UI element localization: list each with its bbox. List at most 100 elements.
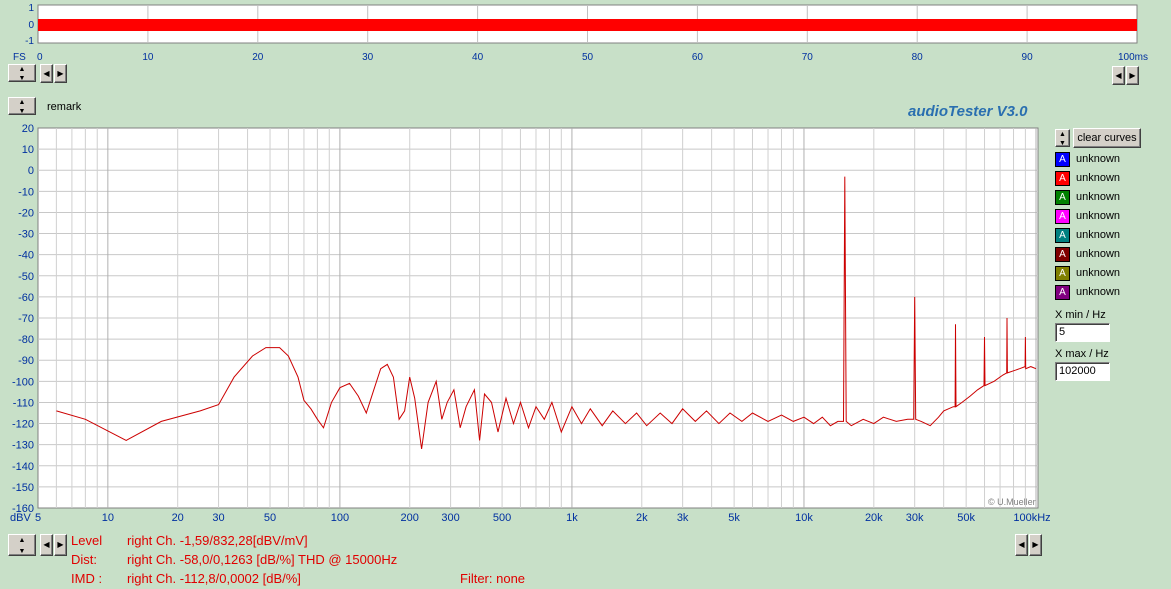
y-tick-label: -110 [13, 397, 34, 409]
scope-y-tick-label: -1 [25, 36, 34, 47]
x-tick-label: 5 [35, 512, 41, 524]
scope-zoom-spinner[interactable]: ▲ ▼ [8, 64, 36, 82]
legend-entry[interactable]: Aunknown [1055, 227, 1120, 243]
x-tick-label: 1k [566, 512, 578, 524]
x-tick-label: 300 [441, 512, 459, 524]
curve-color-icon[interactable]: A [1055, 170, 1070, 186]
x-max-input[interactable]: 102000 [1055, 362, 1110, 381]
x-tick-label: 30 [212, 512, 224, 524]
legend-entry[interactable]: Aunknown [1055, 151, 1120, 167]
freq-range-right-button[interactable]: ▶ [1029, 534, 1042, 556]
x-tick-label: 100kHz [1013, 512, 1050, 524]
freq-range-left-button[interactable]: ◀ [1015, 534, 1028, 556]
y-tick-label: -80 [18, 334, 34, 346]
y-tick-label: -100 [12, 376, 34, 388]
curve-color-icon[interactable]: A [1055, 208, 1070, 224]
remark-spinner[interactable]: ▲ ▼ [8, 97, 36, 115]
spin-up-icon[interactable]: ▲ [9, 535, 35, 546]
legend-label: unknown [1076, 286, 1121, 298]
y-tick-label: 20 [22, 123, 34, 135]
legend-entry[interactable]: Aunknown [1055, 265, 1120, 281]
legend-entry[interactable]: Aunknown [1055, 284, 1120, 300]
scope-time-right-button[interactable]: ▶ [1126, 66, 1139, 85]
y-tick-label: 10 [22, 144, 34, 156]
level-value: right Ch. -1,59/832,28[dBV/mV] [127, 533, 308, 548]
spin-down-icon[interactable]: ▼ [9, 74, 35, 83]
x-min-label: X min / Hz [1055, 309, 1106, 321]
y-tick-label: -30 [18, 229, 34, 241]
y-tick-label: -10 [18, 186, 34, 198]
spin-down-icon[interactable]: ▼ [1056, 139, 1069, 148]
copyright-text: © U.Mueller [988, 497, 1036, 507]
y-tick-label: -40 [18, 250, 34, 262]
x-tick-label: 5k [728, 512, 740, 524]
fs-label: FS [13, 52, 26, 63]
legend-entry[interactable]: Aunknown [1055, 246, 1120, 262]
scope-y-tick-label: 1 [28, 3, 34, 14]
x-tick-label: 50k [957, 512, 975, 524]
scope-x-tick-label: 20 [252, 52, 264, 62]
scope-time-left-button[interactable]: ◀ [1112, 66, 1125, 85]
x-tick-label: 20 [172, 512, 184, 524]
arrow-right-icon: ▶ [1129, 70, 1136, 80]
x-tick-label: 200 [401, 512, 419, 524]
legend-entry[interactable]: Aunknown [1055, 189, 1120, 205]
y-tick-label: -150 [12, 482, 34, 494]
x-tick-label: 100 [331, 512, 349, 524]
y-tick-label: -20 [18, 207, 34, 219]
scope-x-tick-label: 70 [802, 52, 814, 62]
y-tick-label: -130 [12, 440, 34, 452]
curves-spinner[interactable]: ▲ ▼ [1055, 129, 1070, 147]
scope-x-tick-label: 40 [472, 52, 484, 62]
arrow-right-icon: ▶ [1032, 540, 1039, 549]
curve-color-icon[interactable]: A [1055, 284, 1070, 300]
app-title: audioTester V3.0 [908, 103, 1028, 120]
x-tick-label: 10k [795, 512, 813, 524]
curve-color-icon[interactable]: A [1055, 227, 1070, 243]
freq-scroll-right-button[interactable]: ▶ [54, 534, 67, 556]
legend-entry[interactable]: Aunknown [1055, 208, 1120, 224]
y-tick-label: -60 [18, 292, 34, 304]
y-tick-label: -90 [18, 355, 34, 367]
x-tick-label: 2k [636, 512, 648, 524]
curve-color-icon[interactable]: A [1055, 265, 1070, 281]
curve-color-icon[interactable]: A [1055, 151, 1070, 167]
imd-label: IMD : [71, 571, 103, 586]
x-tick-label: 3k [677, 512, 689, 524]
dist-label: Dist: [71, 552, 97, 567]
spin-down-icon[interactable]: ▼ [9, 107, 35, 116]
x-tick-label: 50 [264, 512, 276, 524]
y-unit-label: dBV [10, 512, 31, 524]
spin-up-icon[interactable]: ▲ [9, 65, 35, 74]
spin-up-icon[interactable]: ▲ [9, 98, 35, 107]
scope-x-tick-label: 60 [692, 52, 704, 62]
freq-scroll-left-button[interactable]: ◀ [40, 534, 53, 556]
y-tick-label: -50 [18, 271, 34, 283]
scope-scroll-right-button[interactable]: ▶ [54, 64, 67, 83]
oscilloscope-panel: 10-1 0 10 20 30 40 50 60 70 80 90 100ms [25, 3, 1148, 62]
x-tick-label: 30k [906, 512, 924, 524]
imd-value: right Ch. -112,8/0,0002 [dB/%] [127, 571, 301, 586]
scope-x-tick-label: 100ms [1118, 52, 1148, 62]
arrow-left-icon: ◀ [1018, 540, 1025, 549]
scope-scroll-left-button[interactable]: ◀ [40, 64, 53, 83]
level-label: Level [71, 533, 103, 548]
legend-entry[interactable]: Aunknown [1055, 170, 1120, 186]
x-tick-label: 20k [865, 512, 883, 524]
spectrum-chart: 20100-10-20-30-40-50-60-70-80-90-100-110… [10, 123, 1050, 524]
legend-label: unknown [1076, 248, 1121, 260]
y-tick-label: -120 [12, 419, 34, 431]
spin-down-icon[interactable]: ▼ [9, 546, 35, 557]
curve-color-icon[interactable]: A [1055, 189, 1070, 205]
curve-color-icon[interactable]: A [1055, 246, 1070, 262]
oscilloscope-trace [38, 19, 1137, 31]
scope-x-tick-label: 80 [912, 52, 924, 62]
scope-x-tick-label: 30 [362, 52, 374, 62]
spin-up-icon[interactable]: ▲ [1056, 130, 1069, 139]
x-min-input[interactable]: 5 [1055, 323, 1110, 342]
filter-status: Filter: none [460, 571, 526, 586]
legend-label: unknown [1076, 267, 1121, 279]
scope-y-tick-label: 0 [28, 20, 34, 31]
clear-curves-button[interactable]: clear curves [1073, 128, 1141, 148]
level-spinner[interactable]: ▲ ▼ [8, 534, 36, 556]
